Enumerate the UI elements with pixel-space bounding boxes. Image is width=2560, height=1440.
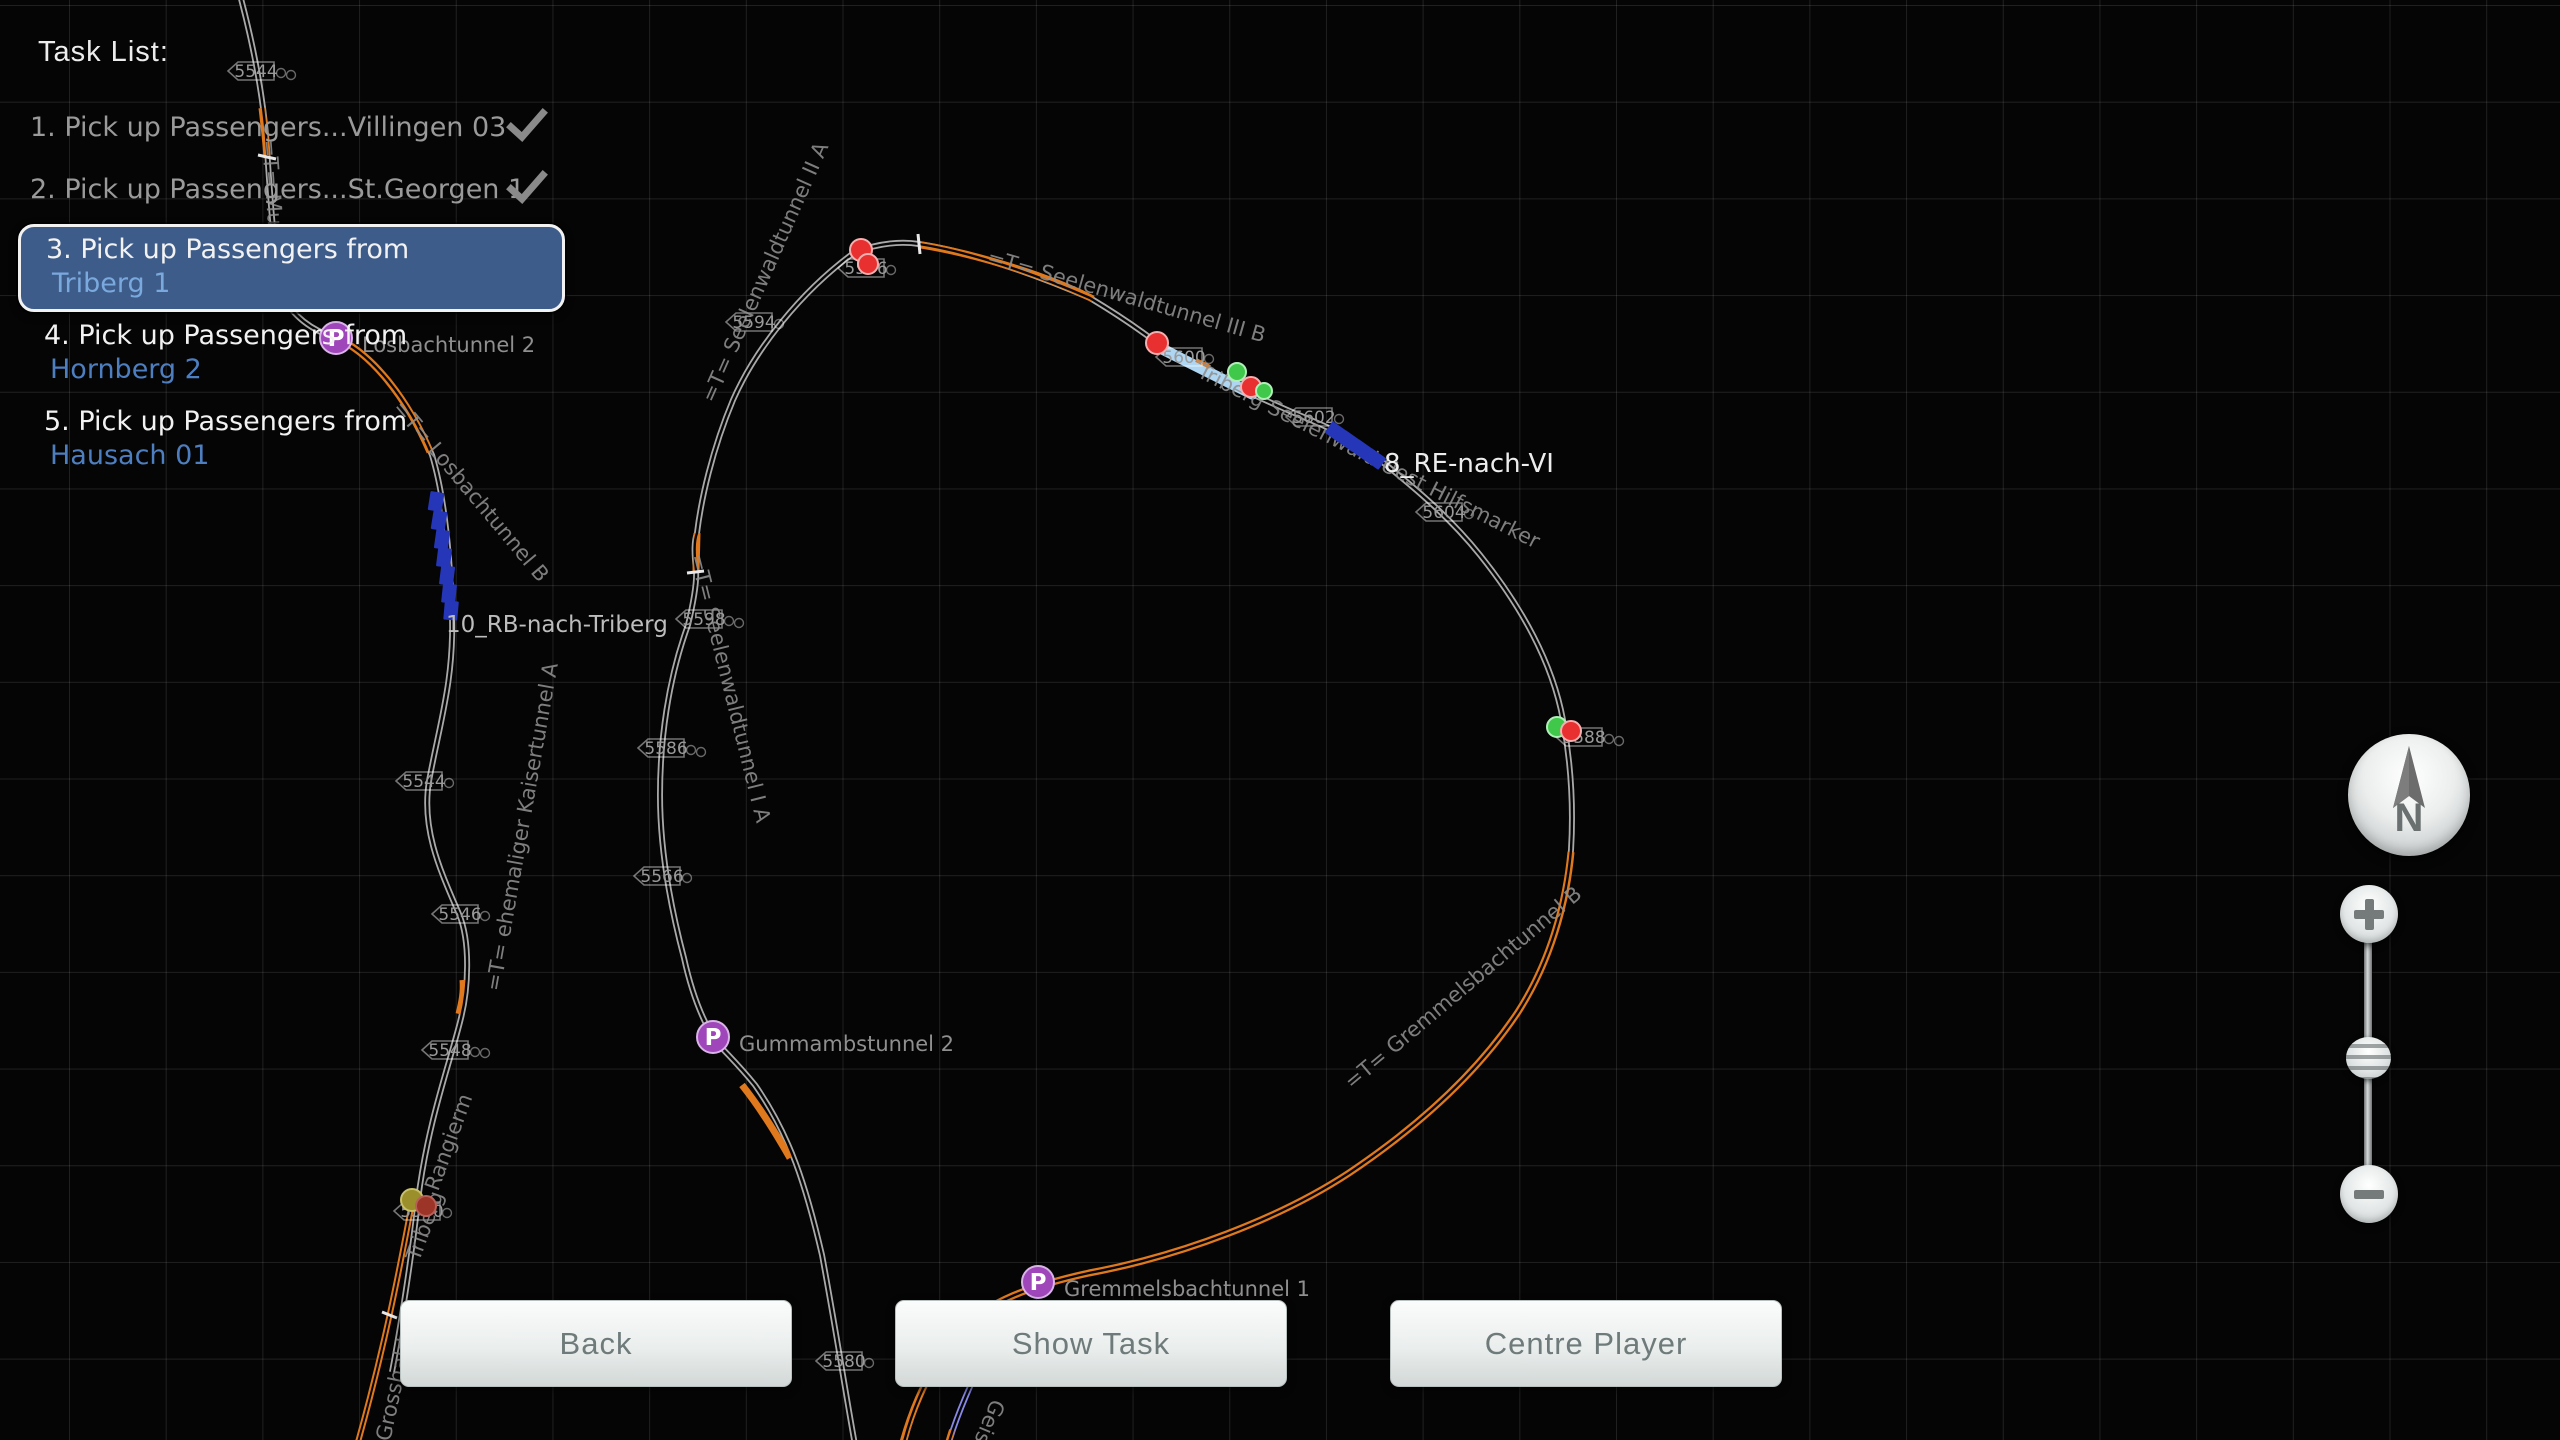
zoom-slider-handle[interactable] [2346,1037,2391,1079]
map[interactable]: 5544 5544 5546 5548 5550 5594 5596 5598 … [0,0,2560,1440]
minus-icon [2354,1190,2384,1199]
svg-text:5546: 5546 [438,905,481,925]
railway-tracks [240,0,1572,1440]
svg-text:5586: 5586 [644,739,687,759]
signal-state-dots [401,239,1581,1216]
svg-text:P: P [1030,1270,1047,1296]
svg-text:5544: 5544 [234,62,277,82]
task-item-4-station: Hornberg 2 [50,354,202,385]
signal-marker: 5566 [634,867,692,887]
parking-marker-gremmelsbach: P Gremmelsbachtunnel 1 [1022,1266,1310,1301]
signal-marker: 5544 [228,62,296,82]
signal-marker: 5546 [432,905,490,925]
plus-icon [2365,899,2374,930]
svg-text:=T= Losbachtunnel B: =T= Losbachtunnel B [388,396,554,587]
task-item-5[interactable]: 5. Pick up Passengers from [44,406,407,437]
task-completed-check-icon [504,168,550,206]
svg-text:Gummambstunnel 2: Gummambstunnel 2 [739,1032,954,1056]
signal-marker: 5586 [638,739,706,759]
train-label-rb: 10_RB-nach-Triberg [446,612,668,638]
svg-text:Geisla: Geisla [962,1396,1009,1440]
task-item-5-station: Hausach 01 [50,440,209,471]
svg-text:5600: 5600 [1162,348,1205,368]
show-task-button[interactable]: Show Task [895,1300,1287,1387]
parking-marker-gummambs: P Gummambstunnel 2 [697,1021,954,1056]
task-list-title: Task List: [38,36,169,69]
svg-text:5566: 5566 [640,867,683,887]
task-item-3-station: Triberg 1 [52,268,170,299]
zoom-out-button[interactable] [2340,1165,2398,1223]
signal-marker: 5580 [816,1352,874,1372]
compass: N [2348,734,2470,856]
svg-text:=T= Seelenwaldtunnel I A: =T= Seelenwaldtunnel I A [685,551,775,825]
back-button[interactable]: Back [400,1300,792,1387]
signal-marker: 5548 [422,1041,490,1061]
svg-text:=T= Seelenwaldtunnel II A: =T= Seelenwaldtunnel II A [697,138,834,406]
task-item-3-label: 3. Pick up Passengers from [46,234,409,265]
zoom-in-button[interactable] [2340,885,2398,943]
task-item-2[interactable]: 2. Pick up Passengers...St.Georgen 1 [30,174,525,205]
svg-text:5580: 5580 [822,1352,865,1372]
centre-player-button[interactable]: Centre Player [1390,1300,1782,1387]
task-item-4[interactable]: 4. Pick up Passengers from [44,320,407,351]
train-label-re: 8_RE-nach-VI [1384,449,1554,479]
svg-text:=T= Seelenwaldtunnel III B: =T= Seelenwaldtunnel III B [985,245,1269,348]
task-completed-check-icon [504,106,550,144]
compass-north-label: N [2348,796,2470,841]
svg-text:5548: 5548 [428,1041,471,1061]
svg-text:=T= ehemaliger Kaisertunnel A: =T= ehemaliger Kaisertunnel A [481,660,563,993]
map-screen: 5544 5544 5546 5548 5550 5594 5596 5598 … [0,0,2560,1440]
svg-text:=T= Gremmelsbachtunnel B: =T= Gremmelsbachtunnel B [1340,881,1587,1093]
task-item-1[interactable]: 1. Pick up Passengers...Villingen 03 [30,112,506,143]
signal-marker: 5544 [396,772,454,792]
svg-text:Gremmelsbachtunnel 1: Gremmelsbachtunnel 1 [1064,1277,1310,1301]
svg-text:P: P [705,1025,722,1051]
svg-text:5544: 5544 [402,772,445,792]
